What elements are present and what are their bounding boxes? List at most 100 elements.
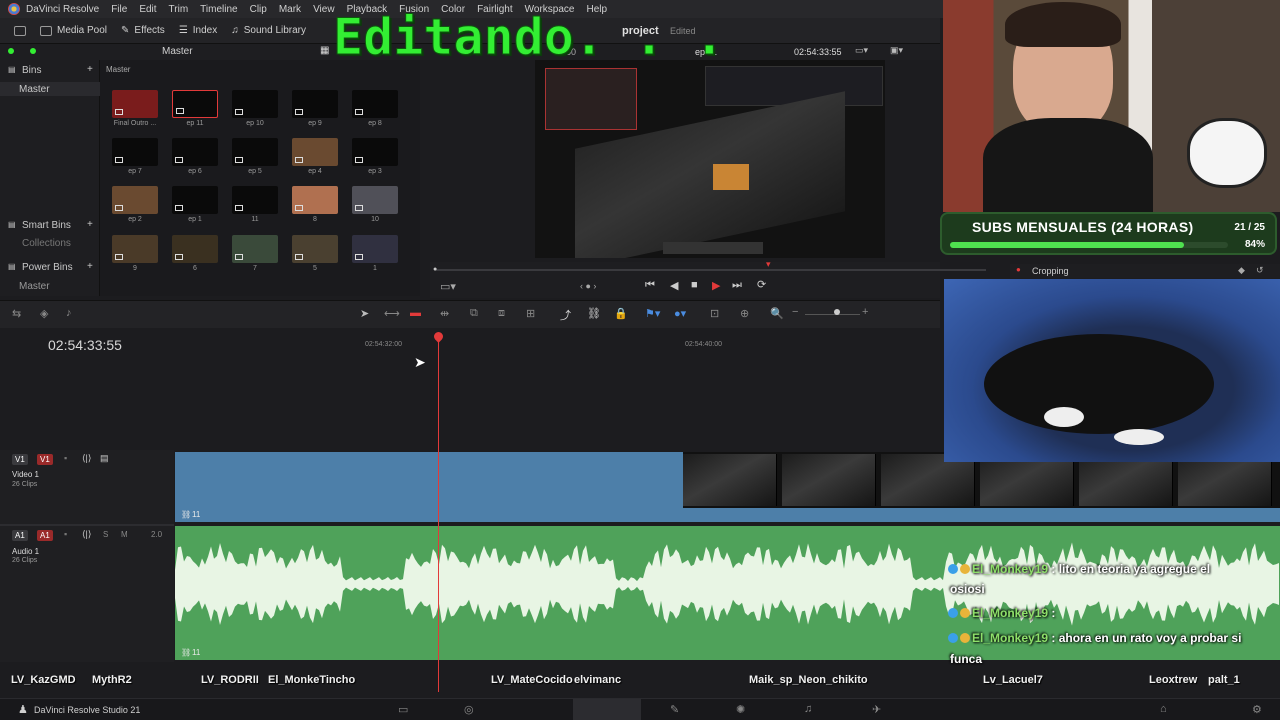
play-reverse-icon[interactable]: ◀ — [670, 279, 678, 292]
a1-dest-tag[interactable]: A1 — [12, 530, 28, 541]
program-viewer[interactable] — [535, 60, 885, 258]
video-clip-label-bar[interactable]: ⛓ 11 — [175, 508, 1280, 522]
clip-thumbnail[interactable] — [292, 90, 338, 118]
power-bin-master[interactable]: Master — [19, 281, 50, 292]
deliver-page-icon[interactable]: ✈ — [872, 703, 881, 716]
clip-thumbnail[interactable] — [172, 90, 218, 118]
viewer-options-icon[interactable]: ▭▾ — [855, 45, 868, 56]
audio-track-name[interactable]: Audio 1 — [12, 547, 39, 556]
layout-icon[interactable]: ⇆ — [12, 307, 21, 320]
overwrite-clip-icon[interactable]: ⧈ — [498, 307, 505, 320]
play-icon[interactable]: ▶ — [712, 279, 720, 292]
lock-icon[interactable]: 🔒 — [614, 307, 628, 320]
zoom-out-icon[interactable]: − — [792, 306, 798, 318]
bins-collapse-icon[interactable]: ▤ — [8, 65, 16, 74]
a1-source-tag[interactable]: A1 — [37, 530, 53, 541]
zoom-detail-icon[interactable]: ⊕ — [740, 307, 749, 320]
v1-lock-icon[interactable]: ▪ — [64, 453, 67, 463]
cut-page-icon[interactable]: ◎ — [464, 703, 474, 716]
zoom-custom-icon[interactable]: 🔍 — [770, 307, 784, 320]
a1-mute-button[interactable]: M — [121, 530, 128, 539]
clip-thumbnail[interactable] — [232, 186, 278, 214]
safe-area-icon[interactable]: ▭▾ — [440, 280, 456, 293]
audio-meter-icon[interactable]: ◈ — [40, 307, 48, 320]
a1-lock-icon[interactable]: ▪ — [64, 529, 67, 539]
dynamic-trim-icon[interactable]: ⇹ — [440, 307, 449, 320]
zoom-full-icon[interactable]: ⊡ — [710, 307, 719, 320]
clip-thumbnail[interactable] — [292, 235, 338, 263]
clip-thumbnail[interactable] — [352, 138, 398, 166]
clip-thumbnail[interactable] — [352, 90, 398, 118]
flag-icon[interactable]: ⚑▾ — [645, 307, 660, 320]
media-page-icon[interactable]: ▭ — [398, 703, 408, 716]
replace-clip-icon[interactable]: ⊞ — [526, 307, 535, 320]
bin-item-master[interactable]: Master — [0, 82, 100, 96]
menu-trim[interactable]: Trim — [169, 4, 189, 15]
zoom-slider-knob[interactable] — [834, 309, 840, 315]
insert-clip-icon[interactable]: ⧉ — [470, 307, 478, 320]
menu-timeline[interactable]: Timeline — [200, 4, 237, 15]
clip-thumbnail[interactable] — [112, 138, 158, 166]
add-smart-bin-icon[interactable]: + — [87, 219, 93, 230]
edit-page-tab[interactable] — [573, 699, 641, 720]
inspector-cropping[interactable]: ● Cropping ◆ ↺ — [1010, 264, 1280, 278]
clip-thumbnail[interactable] — [352, 186, 398, 214]
link-icon[interactable]: ⛓ — [587, 307, 601, 320]
clip-thumbnail[interactable] — [172, 138, 218, 166]
trim-tool-icon[interactable]: ⟷ — [384, 307, 400, 320]
v1-source-tag[interactable]: V1 — [37, 454, 53, 465]
reset-icon[interactable]: ↺ — [1256, 265, 1264, 276]
microphone-icon[interactable]: ♪ — [66, 307, 72, 319]
snapping-icon[interactable]: ⤴ — [560, 307, 571, 323]
effects-button[interactable]: ✎ Effects — [121, 25, 165, 36]
media-pool-button[interactable]: Media Pool — [40, 25, 107, 36]
panel-toggle-button[interactable] — [14, 25, 26, 36]
viewer-mode-icon[interactable]: ▣▾ — [890, 45, 903, 56]
home-icon[interactable]: ⌂ — [1160, 703, 1167, 715]
a1-auto-select-icon[interactable]: ⟨|⟩ — [82, 529, 91, 540]
clip-thumbnail[interactable] — [232, 90, 278, 118]
video-track-name[interactable]: Video 1 — [12, 470, 39, 479]
zoom-slider[interactable] — [805, 314, 860, 315]
clip-thumbnail[interactable] — [352, 235, 398, 263]
loop-icon[interactable]: ⟳ — [757, 278, 766, 291]
v1-dest-tag[interactable]: V1 — [12, 454, 28, 465]
clip-thumbnail[interactable] — [112, 235, 158, 263]
blade-tool-icon[interactable]: ▬ — [410, 307, 421, 319]
v1-visibility-icon[interactable]: ▤ — [100, 453, 109, 464]
fusion-page-icon[interactable]: ✎ — [670, 703, 679, 716]
clip-thumbnail[interactable] — [112, 186, 158, 214]
clip-thumbnail[interactable] — [172, 186, 218, 214]
zoom-in-icon[interactable]: + — [862, 306, 868, 318]
clip-thumbnail[interactable] — [232, 235, 278, 263]
color-page-icon[interactable]: ✺ — [736, 703, 745, 716]
jog-icon[interactable]: ‹ ● › — [580, 281, 596, 291]
a1-solo-button[interactable]: S — [103, 530, 108, 539]
menu-file[interactable]: File — [111, 4, 127, 15]
marker-icon[interactable]: ●▾ — [674, 307, 686, 320]
menu-view[interactable]: View — [313, 4, 335, 15]
add-power-bin-icon[interactable]: + — [87, 261, 93, 272]
clip-thumbnail[interactable] — [232, 138, 278, 166]
clip-thumbnail[interactable] — [292, 186, 338, 214]
keyframe-icon[interactable]: ◆ — [1238, 265, 1245, 276]
menu-edit[interactable]: Edit — [139, 4, 156, 15]
cropping-toggle-icon[interactable]: ● — [1016, 265, 1021, 274]
clip-thumbnail[interactable] — [172, 235, 218, 263]
clip-thumbnail[interactable] — [112, 90, 158, 118]
v1-auto-select-icon[interactable]: ⟨|⟩ — [82, 453, 91, 464]
skip-end-icon[interactable]: ⏭ — [732, 279, 742, 292]
menu-mark[interactable]: Mark — [279, 4, 301, 15]
menu-clip[interactable]: Clip — [250, 4, 267, 15]
selection-tool-icon[interactable]: ➤ — [360, 307, 369, 320]
scrubber-playhead-icon[interactable]: ▾ — [766, 259, 771, 270]
clip-thumbnail[interactable] — [292, 138, 338, 166]
video-clip[interactable] — [175, 452, 683, 508]
grid-view-icon[interactable]: ▦ — [320, 45, 329, 56]
index-button[interactable]: ☰ Index — [179, 25, 217, 36]
viewer-scrubber[interactable] — [436, 269, 986, 271]
fairlight-page-icon[interactable]: ♫ — [804, 703, 812, 715]
resolve-home-icon[interactable]: ♟ — [18, 703, 28, 716]
sound-library-button[interactable]: ♫ Sound Library — [231, 25, 306, 36]
add-bin-icon[interactable]: + — [87, 64, 93, 75]
